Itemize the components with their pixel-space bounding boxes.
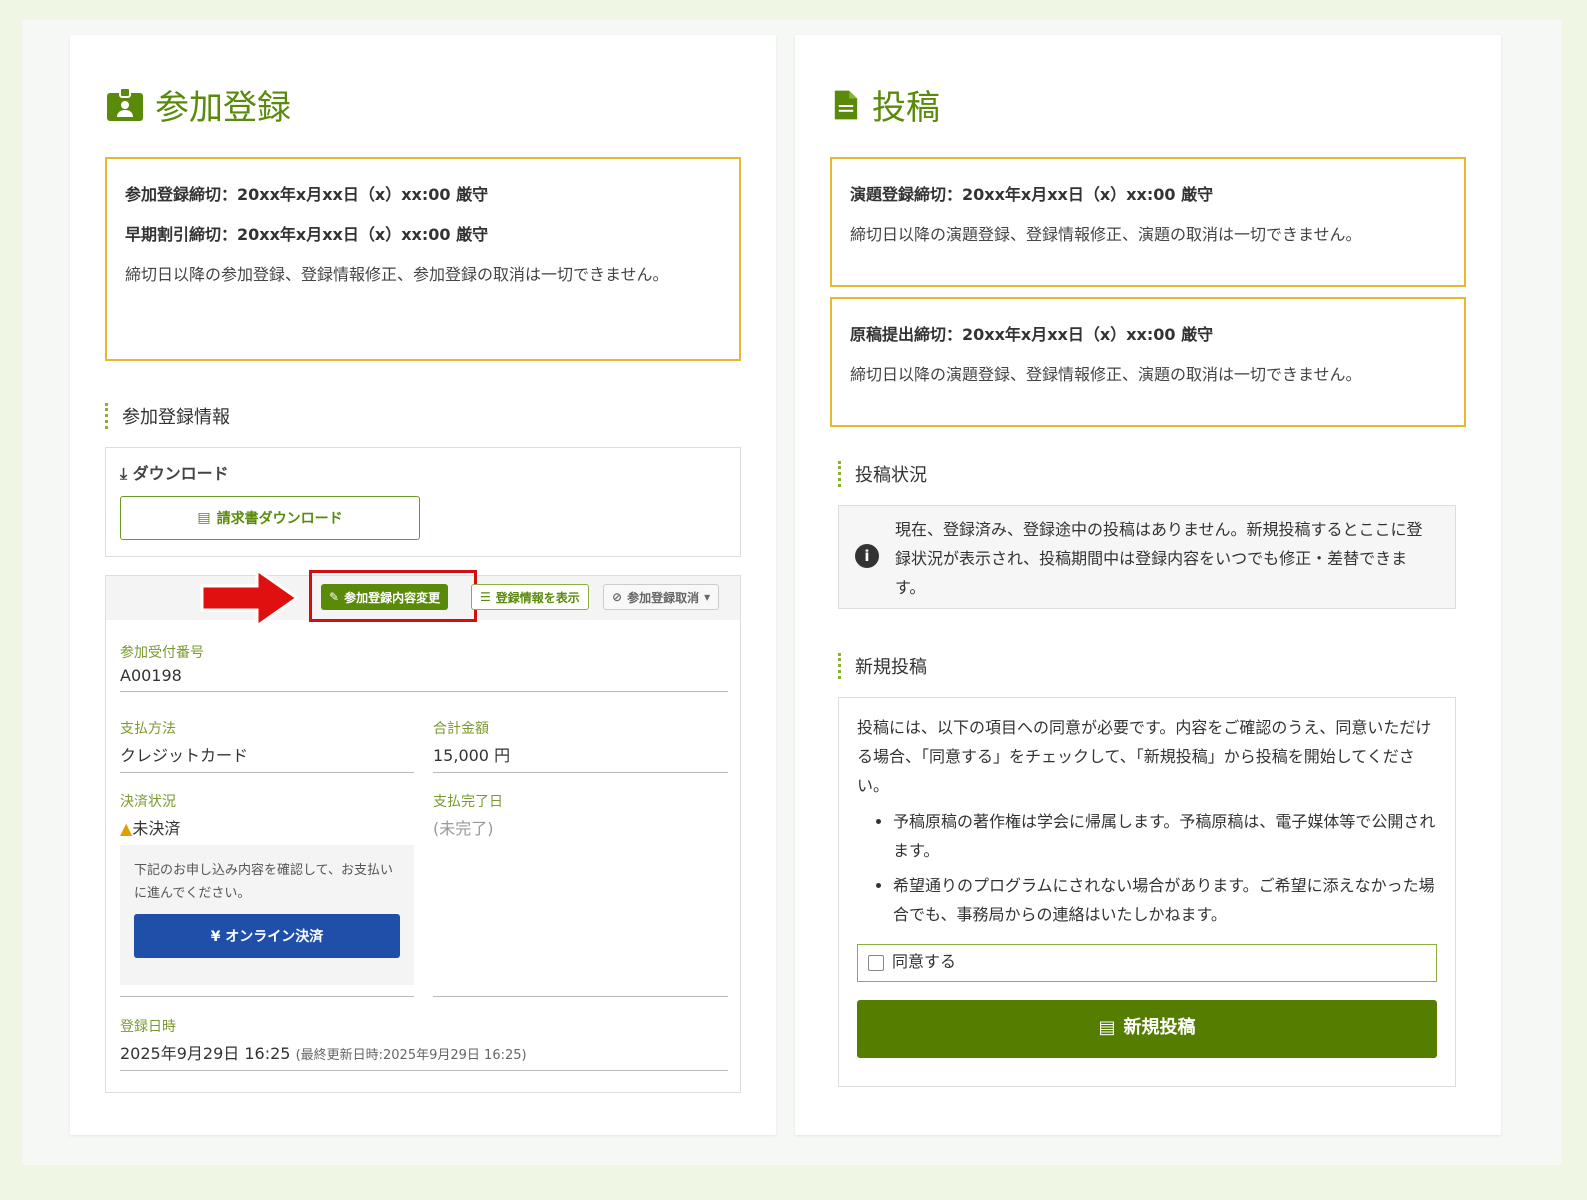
registration-title: 参加登録 [105,80,291,129]
registration-card: 参加登録 参加登録締切：20xx年x月xx日（x）xx:00 厳守 早期割引締切… [70,35,776,1135]
section-new-submission: 新規投稿 [838,653,927,679]
payment-prompt: 下記のお申し込み内容を確認して、お支払いに進んでください。 ¥ オンライン決済 [120,845,414,985]
info-icon: i [855,544,879,568]
total-amount-field: 合計金額 15,000 円 [433,718,728,773]
edit-icon: ✎ [329,590,340,604]
submission-card: 投稿 演題登録締切：20xx年x月xx日（x）xx:00 厳守 締切日以降の演題登… [795,35,1501,1135]
status-info-panel: i 現在、登録済み、登録途中の投稿はありません。新規投稿するとここに登録状況が表… [838,505,1456,609]
cancel-registration-dropdown[interactable]: ⊘ 参加登録取消 ▾ [603,584,720,610]
file-icon: ▤ [1098,1017,1116,1039]
online-payment-button[interactable]: ¥ オンライン決済 [134,913,400,958]
agree-checkbox[interactable]: 同意する [857,943,1437,982]
red-arrow-indicator [200,567,300,629]
file-text-icon [834,90,858,119]
manuscript-deadline-notice: 原稿提出締切：20xx年x月xx日（x）xx:00 厳守 締切日以降の演題登録、登… [830,297,1466,427]
registration-info-panel: ✎ 参加登録内容変更 ☰ 登録情報を表示 ⊘ 参加登録取消 ▾ 参加受付番号 A00198… [105,567,741,1093]
payment-method-field: 支払方法 クレジットカード [120,718,414,773]
receipt-number-field: 参加受付番号 A00198 [120,642,728,692]
download-icon: ⤓ [120,464,128,483]
file-icon: ▤ [197,510,211,526]
action-bar: ✎ 参加登録内容変更 ☰ 登録情報を表示 ⊘ 参加登録取消 ▾ [106,567,740,629]
payment-status-field: 決済状況 ▲未決済 下記のお申し込み内容を確認して、お支払いに進んでください。 … [120,791,414,997]
checkbox-icon[interactable] [868,954,884,971]
caret-down-icon: ▾ [704,590,711,604]
id-badge-icon [107,86,143,121]
invoice-download-button[interactable]: ▤ 請求書ダウンロード [120,496,420,540]
registration-date-field: 登録日時 2025年9月29日 16:25 (最終更新日時:2025年9月29日 … [120,1016,728,1071]
registration-deadline-notice: 参加登録締切：20xx年x月xx日（x）xx:00 厳守 早期割引締切：20xx… [105,157,741,361]
consent-item: 希望通りのプログラムにされない場合があります。ご希望に添えなかった場合でも、事務… [893,872,1437,930]
download-panel: ⤓ ダウンロード ▤ 請求書ダウンロード [105,447,741,557]
warning-icon: ▲ [120,819,133,838]
submission-title: 投稿 [830,80,940,129]
paid-date-field: 支払完了日 (未完了) [433,791,728,997]
consent-item: 予稿原稿の著作権は学会に帰属します。予稿原稿は、電子媒体等で公開されます。 [893,808,1437,866]
new-submission-panel: 投稿には、以下の項目への同意が必要です。内容をご確認のうえ、同意いただける場合、… [838,697,1456,1087]
list-icon: ☰ [480,590,491,604]
section-submission-status: 投稿状況 [838,461,927,487]
ban-icon: ⊘ [612,590,623,604]
edit-registration-button[interactable]: ✎ 参加登録内容変更 [321,584,449,610]
view-registration-button[interactable]: ☰ 登録情報を表示 [471,584,589,610]
new-submission-button[interactable]: ▤ 新規投稿 [857,999,1437,1058]
abstract-deadline-notice: 演題登録締切：20xx年x月xx日（x）xx:00 厳守 締切日以降の演題登録、登… [830,157,1466,287]
section-registration-info: 参加登録情報 [105,403,230,429]
